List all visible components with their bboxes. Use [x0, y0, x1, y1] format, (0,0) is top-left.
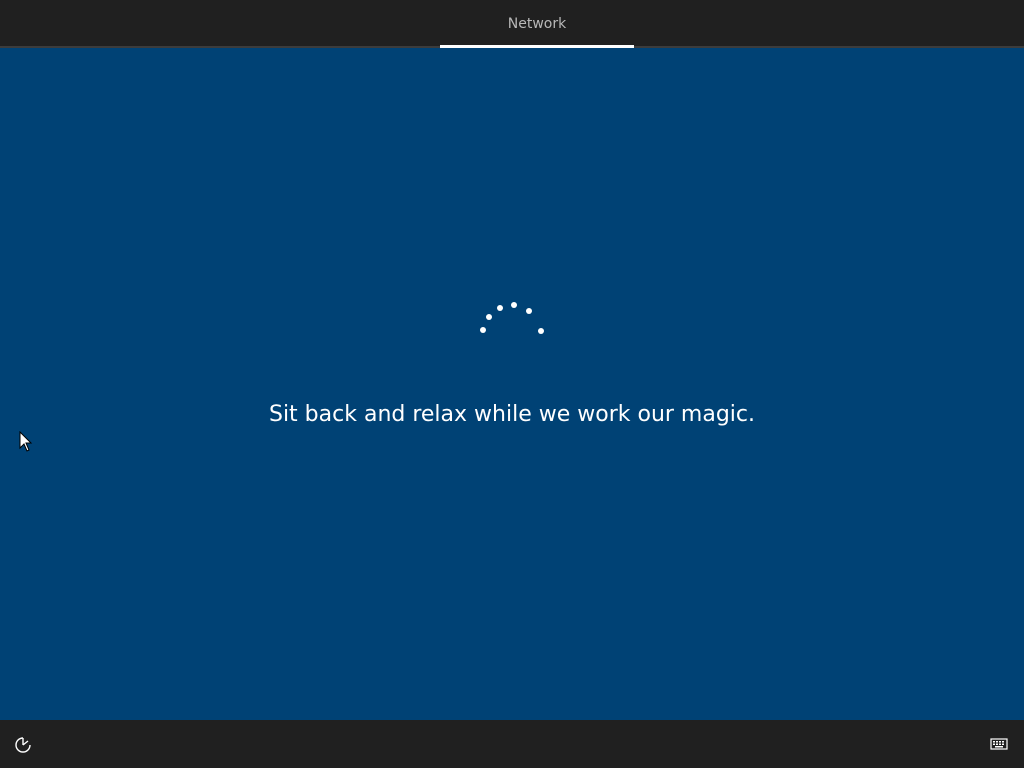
keyboard-icon[interactable] — [990, 737, 1008, 751]
ease-of-access-icon[interactable] — [14, 736, 32, 754]
bottom-bar — [0, 720, 1024, 768]
loading-dots-icon — [480, 302, 544, 334]
main-area — [0, 48, 1024, 720]
status-message: Sit back and relax while we work our mag… — [268, 402, 756, 427]
tab-network: Network — [507, 16, 567, 32]
mouse-pointer-icon — [19, 431, 33, 452]
